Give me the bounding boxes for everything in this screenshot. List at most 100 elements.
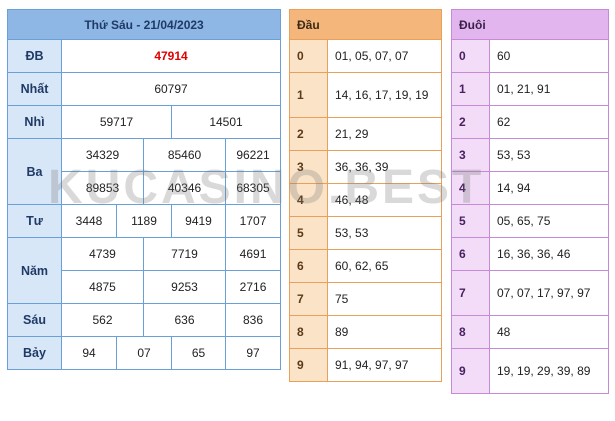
prize-ba-value: 40346 — [143, 171, 226, 205]
dau-numbers: 46, 48 — [326, 183, 443, 217]
dau-row: 4 46, 48 — [289, 183, 443, 217]
dau-row: 1 14, 16, 17, 19, 19 — [289, 72, 443, 118]
head-table-body: 0 01, 05, 07, 07 1 14, 16, 17, 19, 19 2 21, 2… — [289, 39, 443, 382]
prize-bay-value: 97 — [224, 336, 282, 370]
prize-sau-value: 562 — [61, 303, 144, 337]
dau-digit: 7 — [289, 282, 328, 316]
dau-numbers: 36, 36, 39 — [326, 150, 443, 184]
dau-digit: 9 — [289, 348, 328, 382]
prize-nam-value: 4691 — [224, 237, 282, 271]
prize-nam-value: 4739 — [61, 237, 144, 271]
duoi-digit: 2 — [451, 105, 490, 139]
duoi-digit: 3 — [451, 138, 490, 172]
dau-digit: 4 — [289, 183, 328, 217]
duoi-digit: 9 — [451, 348, 490, 394]
dau-numbers: 01, 05, 07, 07 — [326, 39, 443, 73]
prize-tu-value: 3448 — [61, 204, 117, 238]
prize-label-nam: Năm — [7, 237, 62, 304]
dau-digit: 6 — [289, 249, 328, 283]
prize-ba-value: 68305 — [224, 171, 282, 205]
prize-label-nhi: Nhì — [7, 105, 62, 139]
dau-digit: 3 — [289, 150, 328, 184]
duoi-row: 7 07, 07, 17, 97, 97 — [451, 270, 610, 316]
prize-sau-value: 836 — [224, 303, 282, 337]
duoi-row: 3 53, 53 — [451, 138, 610, 172]
prize-nam-value: 9253 — [143, 270, 226, 304]
duoi-digit: 5 — [451, 204, 490, 238]
dau-digit: 5 — [289, 216, 328, 250]
dau-numbers: 53, 53 — [326, 216, 443, 250]
prize-ba-value: 85460 — [143, 138, 226, 172]
duoi-numbers: 48 — [488, 315, 610, 349]
duoi-numbers: 60 — [488, 39, 610, 73]
duoi-row: 6 16, 36, 36, 46 — [451, 237, 610, 271]
duoi-row: 8 48 — [451, 315, 610, 349]
duoi-digit: 8 — [451, 315, 490, 349]
prize-ba-value: 96221 — [224, 138, 282, 172]
prize-bay-value: 65 — [171, 336, 226, 370]
head-table: Đầu 0 01, 05, 07, 07 1 14, 16, 17, 19, 19 2 2… — [289, 9, 443, 382]
duoi-numbers: 14, 94 — [488, 171, 610, 205]
tail-table-header: Đuôi — [451, 9, 609, 40]
duoi-row: 4 14, 94 — [451, 171, 610, 205]
duoi-digit: 0 — [451, 39, 490, 73]
prize-nhi-value: 14501 — [170, 105, 282, 139]
duoi-numbers: 07, 07, 17, 97, 97 — [488, 270, 610, 316]
dau-row: 0 01, 05, 07, 07 — [289, 39, 443, 73]
prize-nam-value: 7719 — [143, 237, 226, 271]
duoi-digit: 7 — [451, 270, 490, 316]
duoi-numbers: 62 — [488, 105, 610, 139]
dau-digit: 8 — [289, 315, 328, 349]
dau-row: 6 60, 62, 65 — [289, 249, 443, 283]
dau-row: 7 75 — [289, 282, 443, 316]
duoi-digit: 6 — [451, 237, 490, 271]
duoi-numbers: 53, 53 — [488, 138, 610, 172]
prize-label-sau: Sáu — [7, 303, 62, 337]
prize-nam-value: 4875 — [61, 270, 144, 304]
dau-digit: 2 — [289, 117, 328, 151]
duoi-row: 1 01, 21, 91 — [451, 72, 610, 106]
dau-numbers: 21, 29 — [326, 117, 443, 151]
duoi-numbers: 01, 21, 91 — [488, 72, 610, 106]
dau-numbers: 60, 62, 65 — [326, 249, 443, 283]
prize-ba-value: 34329 — [61, 138, 144, 172]
dau-digit: 0 — [289, 39, 328, 73]
dau-numbers: 14, 16, 17, 19, 19 — [326, 72, 443, 118]
results-table: Thứ Sáu - 21/04/2023 ĐB 47914 Nhất 60797… — [7, 9, 282, 370]
duoi-digit: 4 — [451, 171, 490, 205]
prize-label-nhat: Nhất — [7, 72, 62, 106]
dau-numbers: 91, 94, 97, 97 — [326, 348, 443, 382]
prize-sau-value: 636 — [143, 303, 226, 337]
dau-row: 8 89 — [289, 315, 443, 349]
dau-row: 3 36, 36, 39 — [289, 150, 443, 184]
prize-label-ba: Ba — [7, 138, 62, 205]
dau-digit: 1 — [289, 72, 328, 118]
duoi-numbers: 16, 36, 36, 46 — [488, 237, 610, 271]
duoi-digit: 1 — [451, 72, 490, 106]
prize-nhat-value: 60797 — [60, 72, 282, 106]
tail-table-body: 0 60 1 01, 21, 91 2 62 3 53, 53 4 14, 94 5 05, 65, … — [451, 39, 610, 394]
prize-label-db: ĐB — [7, 39, 62, 73]
prize-nam-value: 2716 — [224, 270, 282, 304]
dau-numbers: 89 — [326, 315, 443, 349]
prize-nhi-value: 59717 — [61, 105, 172, 139]
duoi-row: 2 62 — [451, 105, 610, 139]
duoi-numbers: 19, 19, 29, 39, 89 — [488, 348, 610, 394]
prize-db-value: 47914 — [60, 39, 282, 73]
duoi-row: 5 05, 65, 75 — [451, 204, 610, 238]
head-table-header: Đầu — [289, 9, 442, 40]
dau-row: 9 91, 94, 97, 97 — [289, 348, 443, 382]
duoi-row: 0 60 — [451, 39, 610, 73]
prize-tu-value: 9419 — [171, 204, 226, 238]
prize-ba-value: 89853 — [61, 171, 144, 205]
dau-row: 5 53, 53 — [289, 216, 443, 250]
dau-numbers: 75 — [326, 282, 443, 316]
results-title: Thứ Sáu - 21/04/2023 — [7, 9, 281, 40]
duoi-row: 9 19, 19, 29, 39, 89 — [451, 348, 610, 394]
prize-bay-value: 07 — [116, 336, 172, 370]
duoi-numbers: 05, 65, 75 — [488, 204, 610, 238]
prize-bay-value: 94 — [61, 336, 117, 370]
prize-tu-value: 1189 — [116, 204, 172, 238]
prize-tu-value: 1707 — [224, 204, 282, 238]
dau-row: 2 21, 29 — [289, 117, 443, 151]
